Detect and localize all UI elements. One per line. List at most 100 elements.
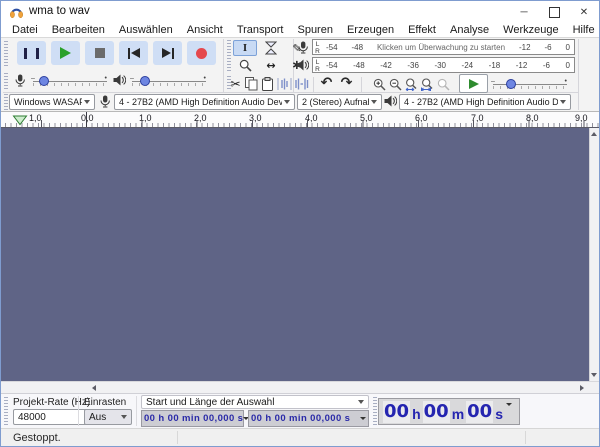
audio-position-display[interactable]: 00 h 00 m 00 s <box>378 398 520 425</box>
scroll-down-icon[interactable] <box>591 373 597 377</box>
scroll-left-icon[interactable] <box>92 385 96 391</box>
envelope-tool-icon <box>265 41 277 55</box>
record-button[interactable] <box>187 41 216 65</box>
selection-toolbar: Projekt-Rate (Hz) 48000 Einrasten Aus St… <box>1 393 599 428</box>
time-toolbar-grip[interactable] <box>373 397 377 425</box>
playback-volume-slider[interactable]: – • <box>130 74 206 88</box>
position-hours: 00 <box>383 400 411 423</box>
device-toolbar-grip[interactable] <box>4 94 8 110</box>
vertical-scrollbar[interactable] <box>589 128 599 381</box>
play-at-speed-icon <box>468 78 479 89</box>
menu-datei[interactable]: Datei <box>5 23 45 38</box>
position-minutes: 00 <box>422 400 450 423</box>
minimize-button[interactable]: ─ <box>509 1 539 23</box>
recording-volume-slider[interactable]: – • <box>31 74 107 88</box>
chevron-down-icon <box>506 403 512 406</box>
recording-channels-select[interactable]: 2 (Stereo) Aufnahmekanäle <box>297 94 382 110</box>
selection-start-field[interactable]: 00 h 00 min 00,000 s <box>141 410 250 427</box>
playback-meter[interactable]: LR -54 -48 -42 -36 -30 -24 -18 -12 -6 0 <box>312 57 575 73</box>
window-title: wma to wav <box>29 5 90 17</box>
toolbar-dock: I ✎ ↔ ∗ LR -54 -48 <box>1 38 599 111</box>
playback-meter-speaker-icon[interactable] <box>296 59 309 71</box>
play-icon <box>60 47 71 59</box>
rec-meter-scale: -54 -48 Klicken um Überwachung zu starte… <box>326 42 570 52</box>
status-bar: Gestoppt. <box>1 428 599 446</box>
selection-toolbar-grip[interactable] <box>4 397 8 425</box>
rec-meter-channel-r: R <box>315 48 320 55</box>
scroll-up-icon[interactable] <box>591 132 597 136</box>
recording-meter[interactable]: LR -54 -48 Klicken um Überwachung zu sta… <box>312 39 575 55</box>
scroll-right-icon[interactable] <box>580 385 584 391</box>
mixer-toolbar-grip[interactable] <box>4 73 8 91</box>
audacity-logo-icon <box>10 8 23 19</box>
menu-erzeugen[interactable]: Erzeugen <box>340 23 401 38</box>
track-area[interactable] <box>1 128 589 381</box>
menu-effekt[interactable]: Effekt <box>401 23 443 38</box>
copy-icon <box>245 77 258 91</box>
stop-button[interactable] <box>85 41 114 65</box>
toolbar-separator <box>578 39 579 110</box>
timeshift-tool-button[interactable]: ↔ <box>259 57 283 73</box>
horizontal-scrollbar[interactable] <box>1 381 599 393</box>
zoom-tool-button[interactable] <box>233 57 257 73</box>
audio-host-select[interactable]: Windows WASAPI <box>9 94 95 110</box>
toolbar-separator <box>223 39 224 92</box>
recording-meter-mic-icon[interactable] <box>297 41 309 54</box>
zoom-toggle-button[interactable] <box>436 76 451 92</box>
pause-button[interactable] <box>17 41 46 65</box>
record-icon <box>196 47 207 59</box>
selection-mode-select[interactable]: Start und Länge der Auswahl <box>141 395 369 409</box>
zoom-fit-project-button[interactable] <box>420 76 435 92</box>
envelope-tool-button[interactable] <box>259 40 283 56</box>
menu-werkzeuge[interactable]: Werkzeuge <box>496 23 565 38</box>
recording-device-mic-icon <box>100 95 110 108</box>
transport-toolbar-grip[interactable] <box>4 41 8 67</box>
selection-tool-button[interactable]: I <box>233 40 257 56</box>
zoom-out-button[interactable] <box>388 76 403 92</box>
chevron-down-icon <box>360 417 366 420</box>
menu-analyse[interactable]: Analyse <box>443 23 496 38</box>
copy-button[interactable] <box>244 76 259 92</box>
undo-button[interactable]: ↶ <box>317 75 336 91</box>
play-speed-slider[interactable]: – • <box>491 77 567 91</box>
menu-hilfe[interactable]: Hilfe <box>566 23 599 38</box>
zoom-in-button[interactable] <box>372 76 387 92</box>
skip-to-start-button[interactable] <box>119 41 148 65</box>
menu-transport[interactable]: Transport <box>230 23 291 38</box>
selection-length-field[interactable]: 00 h 00 min 00,000 s <box>248 410 369 427</box>
menu-ansicht[interactable]: Ansicht <box>180 23 230 38</box>
snap-select[interactable]: Aus <box>84 409 132 425</box>
menu-spuren[interactable]: Spuren <box>290 23 339 38</box>
zoom-in-icon <box>373 78 386 91</box>
undo-icon: ↶ <box>320 75 333 91</box>
play-at-speed-button[interactable] <box>459 74 488 93</box>
status-text: Gestoppt. <box>13 432 61 444</box>
selection-tool-icon: I <box>242 42 248 54</box>
recording-device-select[interactable]: 4 - 27B2 (AMD High Definition Audio Devi… <box>114 94 295 110</box>
chevron-down-icon <box>371 100 377 104</box>
play-button[interactable] <box>51 41 80 65</box>
menu-bearbeiten[interactable]: Bearbeiten <box>45 23 112 38</box>
paste-icon <box>262 77 273 91</box>
zoom-selection-button[interactable] <box>404 76 419 92</box>
trim-audio-button[interactable] <box>276 76 292 92</box>
zoom-toggle-icon <box>437 78 450 91</box>
skip-to-end-button[interactable] <box>153 41 182 65</box>
play-speed-thumb[interactable] <box>505 79 516 89</box>
paste-button[interactable] <box>260 76 275 92</box>
cut-button[interactable]: ✂ <box>228 76 243 92</box>
monitoring-hint[interactable]: Klicken um Überwachung zu starten <box>377 43 505 52</box>
close-button[interactable]: ✕ <box>569 1 599 23</box>
chevron-down-icon <box>84 100 90 104</box>
maximize-button[interactable] <box>539 1 569 23</box>
silence-audio-button[interactable] <box>293 76 309 92</box>
chevron-down-icon <box>358 400 364 404</box>
menu-auswaehlen[interactable]: Auswählen <box>112 23 180 38</box>
redo-button[interactable]: ↷ <box>337 75 356 91</box>
zoom-selection-icon <box>405 77 417 91</box>
tools-toolbar-grip[interactable] <box>227 40 231 73</box>
timeline-ruler[interactable]: 1,0 0,0 1,0 2,0 3,0 4,0 5,0 6,0 7,0 8,0 … <box>1 111 599 128</box>
playback-device-select[interactable]: 4 - 27B2 (AMD High Definition Audio Devi… <box>399 94 571 110</box>
stop-icon <box>94 48 105 58</box>
recording-volume-thumb[interactable] <box>38 76 49 86</box>
